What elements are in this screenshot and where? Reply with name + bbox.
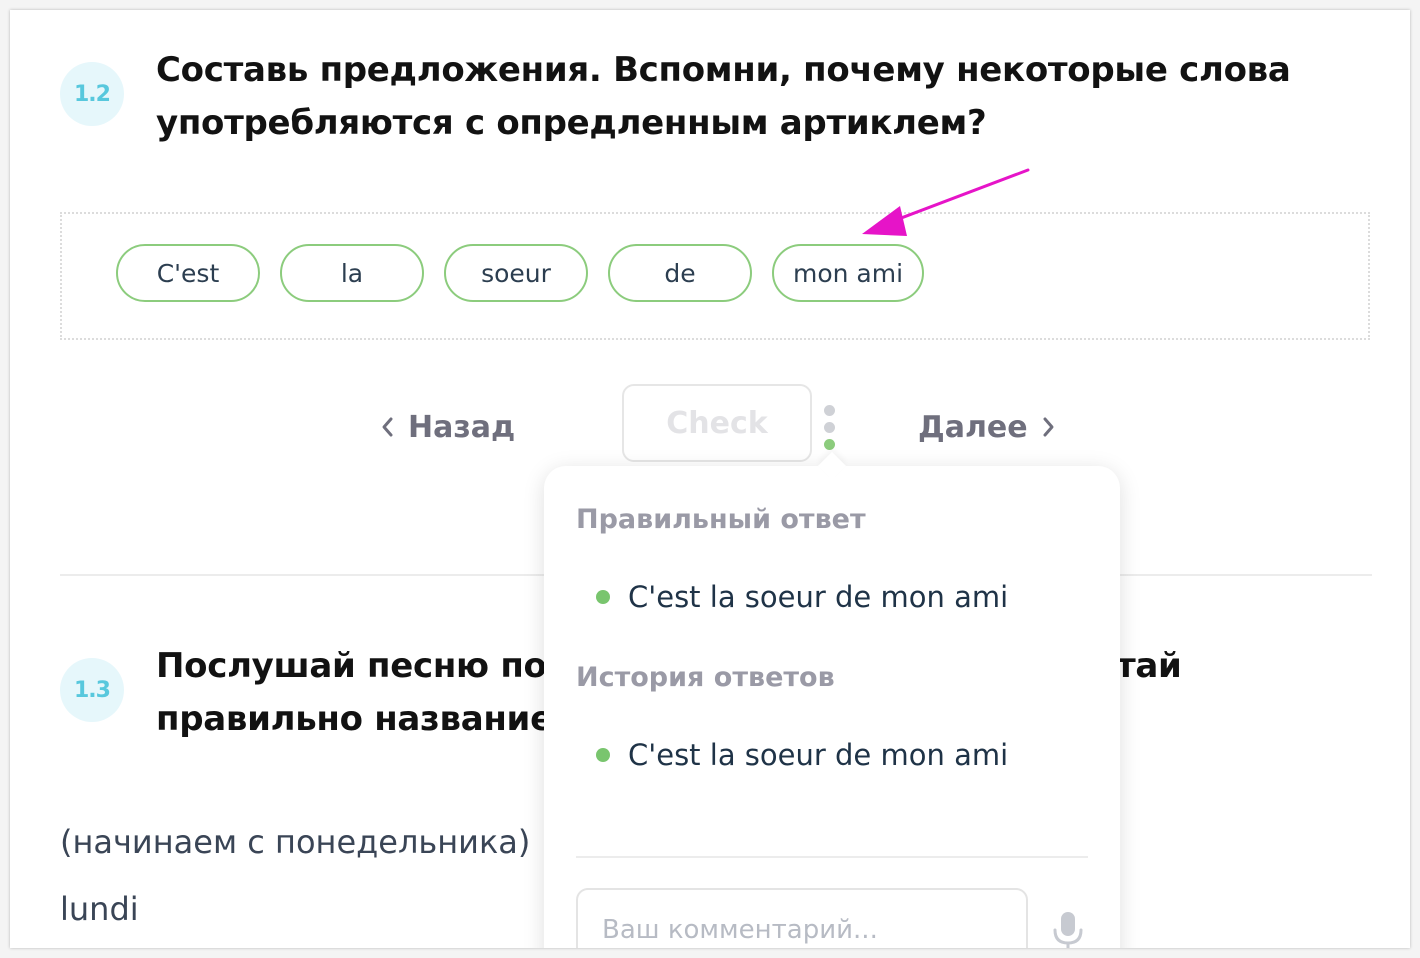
- popover-caret: [817, 451, 847, 481]
- word-chip[interactable]: la: [280, 244, 424, 302]
- answers-popover: Правильный ответ C'est la soeur de mon a…: [544, 451, 1120, 948]
- hint-text: (начинаем с понедельника): [60, 823, 531, 861]
- task-title: Составь предложения. Вспомни, почему нек…: [156, 44, 1291, 150]
- exercise-page: 1.2 Составь предложения. Вспомни, почему…: [10, 10, 1410, 948]
- status-dot-icon: [596, 590, 610, 604]
- correct-answer-heading: Правильный ответ: [576, 504, 866, 535]
- task-title-line: Послушай песню по: [156, 646, 547, 686]
- correct-answer-text: C'est la soeur de mon ami: [628, 580, 1009, 614]
- task-title-line: тай: [1116, 646, 1182, 686]
- history-answer-text: C'est la soeur de mon ami: [628, 738, 1009, 772]
- correct-answer-item: C'est la soeur de mon ami: [596, 580, 1008, 614]
- answer-drop-zone[interactable]: C'est la soeur de mon ami: [60, 212, 1370, 340]
- status-dot-icon: [596, 748, 610, 762]
- task-title-line: Составь предложения. Вспомни, почему нек…: [156, 50, 1291, 90]
- chevron-right-icon: [1043, 417, 1054, 437]
- next-button[interactable]: Далее: [918, 405, 1056, 449]
- task-title-line: употребляются с опредленным артиклем?: [156, 103, 987, 143]
- task-number-badge: 1.3: [60, 658, 124, 722]
- chevron-left-icon: [382, 417, 393, 437]
- word-chip[interactable]: de: [608, 244, 752, 302]
- back-button[interactable]: Назад: [380, 405, 515, 449]
- word-chip[interactable]: C'est: [116, 244, 260, 302]
- answer-text: lundi: [60, 890, 139, 928]
- answer-history-heading: История ответов: [576, 662, 835, 693]
- history-answer-item: C'est la soeur de mon ami: [596, 738, 1008, 772]
- comment-input[interactable]: [576, 888, 1028, 948]
- check-button[interactable]: Check: [622, 384, 812, 462]
- popover-divider: [576, 856, 1088, 858]
- vertical-dots-icon[interactable]: [824, 405, 836, 456]
- task-number-badge: 1.2: [60, 62, 124, 126]
- word-chip[interactable]: mon ami: [772, 244, 924, 302]
- word-chip[interactable]: soeur: [444, 244, 588, 302]
- microphone-icon[interactable]: [1048, 910, 1088, 948]
- back-label: Назад: [408, 409, 516, 445]
- next-label: Далее: [918, 409, 1028, 445]
